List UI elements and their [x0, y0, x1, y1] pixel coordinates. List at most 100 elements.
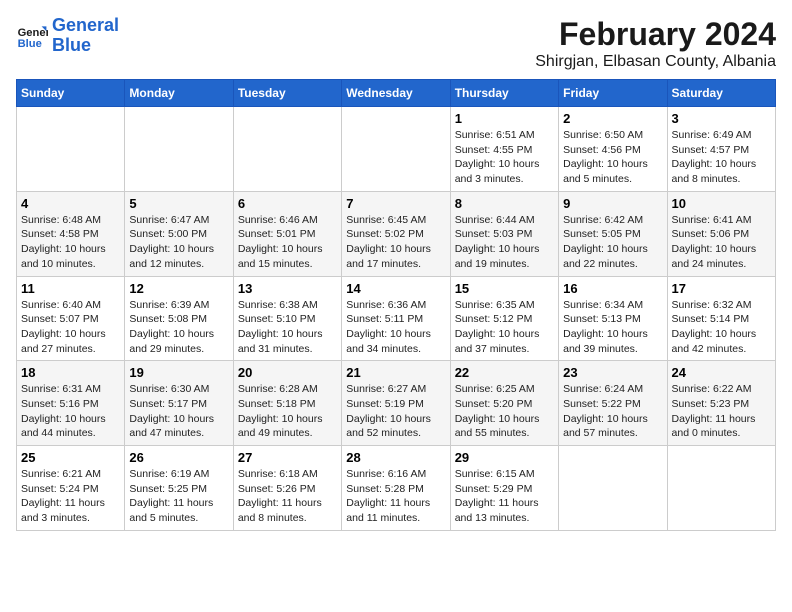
- day-info: Sunrise: 6:40 AM Sunset: 5:07 PM Dayligh…: [21, 298, 120, 357]
- calendar-cell: 2 Sunrise: 6:50 AM Sunset: 4:56 PM Daylig…: [559, 107, 667, 192]
- logo: General Blue GeneralBlue: [16, 16, 119, 56]
- logo-icon: General Blue: [16, 20, 48, 52]
- calendar-cell: 13Sunrise: 6:38 AM Sunset: 5:10 PM Dayli…: [233, 276, 341, 361]
- calendar-cell: 9 Sunrise: 6:42 AM Sunset: 5:05 PM Daylig…: [559, 191, 667, 276]
- calendar-cell: 15Sunrise: 6:35 AM Sunset: 5:12 PM Dayli…: [450, 276, 558, 361]
- day-info: Sunrise: 6:48 AM Sunset: 4:58 PM Dayligh…: [21, 213, 120, 272]
- day-info: Sunrise: 6:49 AM Sunset: 4:57 PM Dayligh…: [672, 128, 771, 187]
- day-info: Sunrise: 6:36 AM Sunset: 5:11 PM Dayligh…: [346, 298, 445, 357]
- calendar-cell: 22 Sunrise: 6:25 AM Sunset: 5:20 PM Dayli…: [450, 361, 558, 446]
- day-number: 5: [129, 196, 228, 211]
- day-info: Sunrise: 6:46 AM Sunset: 5:01 PM Dayligh…: [238, 213, 337, 272]
- calendar-cell: 16 Sunrise: 6:34 AM Sunset: 5:13 PM Dayli…: [559, 276, 667, 361]
- weekday-header: Sunday: [17, 80, 125, 107]
- day-number: 3: [672, 111, 771, 126]
- day-number: 24: [672, 365, 771, 380]
- calendar-cell: 18 Sunrise: 6:31 AM Sunset: 5:16 PM Dayli…: [17, 361, 125, 446]
- calendar-cell: 28 Sunrise: 6:16 AM Sunset: 5:28 PM Dayli…: [342, 446, 450, 531]
- day-info: Sunrise: 6:15 AM Sunset: 5:29 PM Dayligh…: [455, 467, 554, 526]
- weekday-header: Tuesday: [233, 80, 341, 107]
- calendar-cell: [125, 107, 233, 192]
- calendar-cell: [17, 107, 125, 192]
- day-number: 27: [238, 450, 337, 465]
- day-info: Sunrise: 6:25 AM Sunset: 5:20 PM Dayligh…: [455, 382, 554, 441]
- page-subtitle: Shirgjan, Elbasan County, Albania: [535, 53, 776, 71]
- day-number: 26: [129, 450, 228, 465]
- day-number: 11: [21, 281, 120, 296]
- calendar-cell: 5 Sunrise: 6:47 AM Sunset: 5:00 PM Daylig…: [125, 191, 233, 276]
- page-header: General Blue GeneralBlue February 2024 S…: [16, 16, 776, 71]
- calendar-cell: [233, 107, 341, 192]
- weekday-header: Monday: [125, 80, 233, 107]
- calendar-cell: 7 Sunrise: 6:45 AM Sunset: 5:02 PM Daylig…: [342, 191, 450, 276]
- weekday-header: Thursday: [450, 80, 558, 107]
- day-info: Sunrise: 6:38 AM Sunset: 5:10 PM Dayligh…: [238, 298, 337, 357]
- svg-text:General: General: [18, 27, 48, 39]
- calendar-cell: 6 Sunrise: 6:46 AM Sunset: 5:01 PM Daylig…: [233, 191, 341, 276]
- day-info: Sunrise: 6:27 AM Sunset: 5:19 PM Dayligh…: [346, 382, 445, 441]
- day-info: Sunrise: 6:50 AM Sunset: 4:56 PM Dayligh…: [563, 128, 662, 187]
- calendar-cell: 24 Sunrise: 6:22 AM Sunset: 5:23 PM Dayli…: [667, 361, 775, 446]
- day-info: Sunrise: 6:18 AM Sunset: 5:26 PM Dayligh…: [238, 467, 337, 526]
- day-info: Sunrise: 6:39 AM Sunset: 5:08 PM Dayligh…: [129, 298, 228, 357]
- day-info: Sunrise: 6:28 AM Sunset: 5:18 PM Dayligh…: [238, 382, 337, 441]
- day-number: 8: [455, 196, 554, 211]
- day-info: Sunrise: 6:35 AM Sunset: 5:12 PM Dayligh…: [455, 298, 554, 357]
- day-number: 2: [563, 111, 662, 126]
- day-number: 29: [455, 450, 554, 465]
- calendar-cell: 26Sunrise: 6:19 AM Sunset: 5:25 PM Dayli…: [125, 446, 233, 531]
- day-number: 28: [346, 450, 445, 465]
- calendar-header: SundayMondayTuesdayWednesdayThursdayFrid…: [17, 80, 776, 107]
- day-info: Sunrise: 6:24 AM Sunset: 5:22 PM Dayligh…: [563, 382, 662, 441]
- weekday-header: Saturday: [667, 80, 775, 107]
- calendar-cell: [559, 446, 667, 531]
- day-info: Sunrise: 6:30 AM Sunset: 5:17 PM Dayligh…: [129, 382, 228, 441]
- svg-text:Blue: Blue: [18, 38, 42, 50]
- calendar-cell: 12 Sunrise: 6:39 AM Sunset: 5:08 PM Dayli…: [125, 276, 233, 361]
- calendar-cell: 29 Sunrise: 6:15 AM Sunset: 5:29 PM Dayli…: [450, 446, 558, 531]
- day-number: 9: [563, 196, 662, 211]
- day-number: 18: [21, 365, 120, 380]
- calendar-cell: 20 Sunrise: 6:28 AM Sunset: 5:18 PM Dayli…: [233, 361, 341, 446]
- day-number: 12: [129, 281, 228, 296]
- calendar-cell: 25 Sunrise: 6:21 AM Sunset: 5:24 PM Dayli…: [17, 446, 125, 531]
- day-info: Sunrise: 6:16 AM Sunset: 5:28 PM Dayligh…: [346, 467, 445, 526]
- day-number: 21: [346, 365, 445, 380]
- day-info: Sunrise: 6:34 AM Sunset: 5:13 PM Dayligh…: [563, 298, 662, 357]
- weekday-header: Friday: [559, 80, 667, 107]
- page-title: February 2024: [535, 16, 776, 53]
- day-number: 14: [346, 281, 445, 296]
- day-number: 16: [563, 281, 662, 296]
- day-info: Sunrise: 6:22 AM Sunset: 5:23 PM Dayligh…: [672, 382, 771, 441]
- day-number: 10: [672, 196, 771, 211]
- day-info: Sunrise: 6:45 AM Sunset: 5:02 PM Dayligh…: [346, 213, 445, 272]
- calendar-cell: 23 Sunrise: 6:24 AM Sunset: 5:22 PM Dayli…: [559, 361, 667, 446]
- day-number: 4: [21, 196, 120, 211]
- day-number: 1: [455, 111, 554, 126]
- calendar-cell: 11 Sunrise: 6:40 AM Sunset: 5:07 PM Dayli…: [17, 276, 125, 361]
- day-info: Sunrise: 6:21 AM Sunset: 5:24 PM Dayligh…: [21, 467, 120, 526]
- weekday-header: Wednesday: [342, 80, 450, 107]
- day-number: 22: [455, 365, 554, 380]
- day-number: 7: [346, 196, 445, 211]
- day-number: 17: [672, 281, 771, 296]
- calendar-cell: 3 Sunrise: 6:49 AM Sunset: 4:57 PM Daylig…: [667, 107, 775, 192]
- calendar-cell: [342, 107, 450, 192]
- calendar-table: SundayMondayTuesdayWednesdayThursdayFrid…: [16, 79, 776, 531]
- day-number: 25: [21, 450, 120, 465]
- day-info: Sunrise: 6:42 AM Sunset: 5:05 PM Dayligh…: [563, 213, 662, 272]
- calendar-cell: 27 Sunrise: 6:18 AM Sunset: 5:26 PM Dayli…: [233, 446, 341, 531]
- calendar-cell: [667, 446, 775, 531]
- day-info: Sunrise: 6:47 AM Sunset: 5:00 PM Dayligh…: [129, 213, 228, 272]
- title-block: February 2024 Shirgjan, Elbasan County, …: [535, 16, 776, 71]
- day-info: Sunrise: 6:31 AM Sunset: 5:16 PM Dayligh…: [21, 382, 120, 441]
- day-number: 6: [238, 196, 337, 211]
- calendar-cell: 17Sunrise: 6:32 AM Sunset: 5:14 PM Dayli…: [667, 276, 775, 361]
- calendar-cell: 21 Sunrise: 6:27 AM Sunset: 5:19 PM Dayli…: [342, 361, 450, 446]
- day-number: 23: [563, 365, 662, 380]
- calendar-cell: 10Sunrise: 6:41 AM Sunset: 5:06 PM Dayli…: [667, 191, 775, 276]
- calendar-cell: 4 Sunrise: 6:48 AM Sunset: 4:58 PM Daylig…: [17, 191, 125, 276]
- day-info: Sunrise: 6:51 AM Sunset: 4:55 PM Dayligh…: [455, 128, 554, 187]
- logo-text: GeneralBlue: [52, 16, 119, 56]
- day-number: 20: [238, 365, 337, 380]
